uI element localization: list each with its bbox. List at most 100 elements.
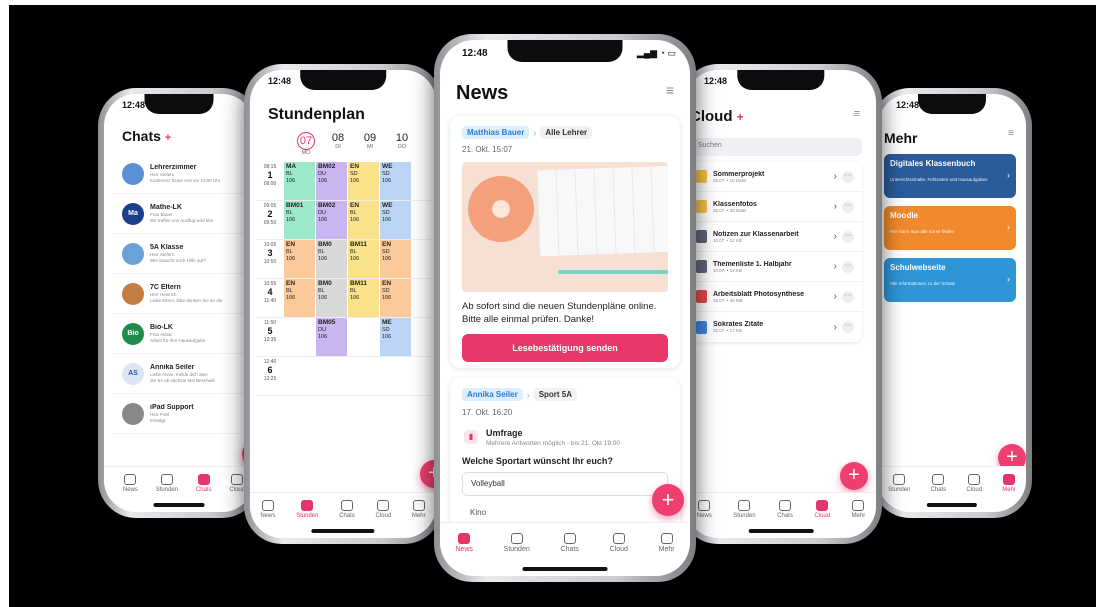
tab-news[interactable]: News [260,500,275,519]
more-options-icon[interactable]: ··· [842,321,854,333]
lesson-cell[interactable]: BM11 BL 106 [348,240,379,278]
add-chat-icon[interactable]: + [165,132,171,144]
chat-list-item[interactable]: 7C Eltern Herr Heinrich Liebe Eltern, bitt… [114,274,254,314]
author-chip[interactable]: Matthias Bauer [462,126,530,139]
chats-screen: 12:48 Chats + Lehrerzimmer Herr Siefers Ko… [104,94,254,512]
tab-chats[interactable]: Chats [561,532,579,553]
file-row[interactable]: Notizen zur Klassenarbeit 10.07. • 12 KB ›… [688,222,862,252]
lesson-subject: EN [350,202,360,209]
poll-option[interactable]: Volleyball [462,472,668,496]
new-post-button[interactable]: + [652,484,684,516]
chat-list-item[interactable]: iPad Support Herr Pohl Erledigt [114,394,254,434]
tab-stunden[interactable]: Stunden [504,532,530,553]
lesson-cell[interactable]: MA BL 106 [284,162,315,200]
lesson-cell[interactable]: BM02 DU 106 [316,162,347,200]
file-text: Klassenfotos 30.07. • 30 Datei [713,201,834,213]
day-column-header[interactable]: 10 DO [386,132,418,156]
tab-news[interactable]: News [455,532,473,553]
file-row[interactable]: Klassenfotos 30.07. • 30 Datei › ··· [688,192,862,222]
chat-list-item[interactable]: Lehrerzimmer Herr Siefers Konferenz heute … [114,154,254,194]
news-screen: 12:48 ▂▄▆ ◔ ▭ News ≡ Matthias Bauer › Al… [440,40,690,576]
file-row[interactable]: Sokrates Zitate 30.07. • 27 KB › ··· [688,312,862,342]
chat-list-item[interactable]: AS Annika Seiler Liebe Annie, melde dich a… [114,354,254,394]
tab-mehr[interactable]: Mehr [852,500,865,519]
lesson-cell[interactable]: BM02 DU 106 [316,201,347,239]
lesson-cell[interactable]: BM0 BL 106 [316,240,347,278]
lesson-cell[interactable]: BM01 BL 106 [284,201,315,239]
period-time: 10:55 4 11:40 [256,279,284,317]
tab-stunden[interactable]: Stunden [888,474,910,493]
cloud-icon [612,532,625,544]
cloud-screen: 12:48 Cloud + ≡ Suchen Sommerprojekt 28.0… [686,70,876,538]
lesson-cell[interactable]: EN BL 106 [284,279,315,317]
lesson-cell[interactable]: EN BL 106 [284,240,315,278]
chat-list-item[interactable]: Ma Mathe-LK Frau Bauer Wir treffen uns Ausf… [114,194,254,234]
chat-bubble-icon [197,474,210,485]
lesson-subject: BM05 [318,319,336,326]
tab-cloud[interactable]: Cloud [229,474,245,493]
lesson-cell[interactable]: BM05 DU 106 [316,318,347,356]
search-input[interactable]: Suchen [690,138,862,156]
tab-mehr[interactable]: Mehr [659,532,675,553]
period-end: 11:40 [263,297,277,304]
lesson-teacher: BL [350,288,357,295]
lesson-cell[interactable]: ME SD 106 [380,318,411,356]
tab-stunden[interactable]: Stunden [296,500,318,519]
tab-chats[interactable]: Chats [777,500,793,519]
lesson-cell[interactable] [284,318,315,356]
target-chip[interactable]: Alle Lehrer [540,126,593,139]
more-options-icon[interactable]: ··· [842,170,854,183]
chat-list-item[interactable]: Bio Bio-LK Frau Akbar Arbeit für Ihre Hausa… [114,314,254,354]
tab-stunden[interactable]: Stunden [733,500,756,519]
menu-icon[interactable]: ≡ [854,108,860,120]
file-list: Sommerprojekt 28.07. • 10 Datei › ··· Klasse… [688,162,862,342]
more-options-icon[interactable]: ··· [842,290,854,303]
tab-cloud[interactable]: Cloud [376,500,391,519]
more-options-icon[interactable]: ··· [842,200,854,213]
chat-list-item[interactable]: 5A Klasse Herr Siefers Wer braucht noch Hi… [114,234,254,274]
add-file-icon[interactable]: + [737,110,744,124]
tab-chats[interactable]: Chats [931,474,946,493]
day-column-header[interactable]: 09 MI [354,132,386,156]
file-row[interactable]: Themenliste 1. Halbjahr 10.07. • 12 KB › ··… [688,252,862,282]
lesson-cell[interactable]: EN SD 106 [380,240,411,278]
tab-mehr[interactable]: Mehr [1002,474,1016,493]
tab-news[interactable]: News [697,500,712,519]
menu-icon[interactable]: ≡ [1008,128,1014,139]
day-column-header[interactable]: 07 MO [290,132,322,156]
more-options-icon[interactable]: ··· [842,260,854,273]
lesson-cell[interactable]: EN BL 106 [348,201,379,239]
lesson-cell[interactable]: BM0 BL 106 [316,279,347,317]
tab-chats[interactable]: Chats [196,474,212,493]
author-chip[interactable]: Annika Seiler [462,388,523,401]
target-chip[interactable]: Sport 5A [533,388,578,401]
post-image[interactable] [462,162,668,292]
read-confirmation-button[interactable]: Lesebestätigung senden [462,334,668,362]
period-time: 09:05 2 09:50 [256,201,284,239]
lesson-cell[interactable]: WE SD 106 [380,201,411,239]
tab-cloud[interactable]: Cloud [610,532,628,553]
tab-cloud[interactable]: Cloud [814,500,830,519]
tab-mehr[interactable]: Mehr [412,500,426,519]
lesson-cell[interactable]: WE SD 106 [380,162,411,200]
lesson-cell[interactable] [348,318,379,356]
link-tile[interactable]: Digitales Klassenbuch Unterrichtsinhalte,… [884,154,1016,198]
tab-news[interactable]: News [123,474,138,493]
upload-button[interactable]: + [840,462,868,490]
more-options-icon[interactable]: ··· [842,230,854,243]
lesson-teacher: SD [350,171,358,178]
post-date: 21. Okt. 15:07 [462,145,513,154]
menu-icon[interactable]: ≡ [666,82,674,98]
tab-stunden[interactable]: Stunden [156,474,178,493]
file-row[interactable]: Arbeitsblatt Photosynthese 15.07. • 49 MB… [688,282,862,312]
file-row[interactable]: Sommerprojekt 28.07. • 10 Datei › ··· [688,162,862,192]
lesson-cell[interactable]: BM11 BL 106 [348,279,379,317]
link-tile[interactable]: Moodle Hier kann man alle Kurse finden › [884,206,1016,250]
tab-chats[interactable]: Chats [339,500,355,519]
poll-question: Welche Sportart wünscht Ihr euch? [462,456,613,466]
link-tile[interactable]: Schulwebseite Alle Informationen zu der S… [884,258,1016,302]
day-column-header[interactable]: 08 DI [322,132,354,156]
lesson-cell[interactable]: EN SD 106 [380,279,411,317]
tab-cloud[interactable]: Cloud [966,474,982,493]
lesson-cell[interactable]: EN SD 106 [348,162,379,200]
